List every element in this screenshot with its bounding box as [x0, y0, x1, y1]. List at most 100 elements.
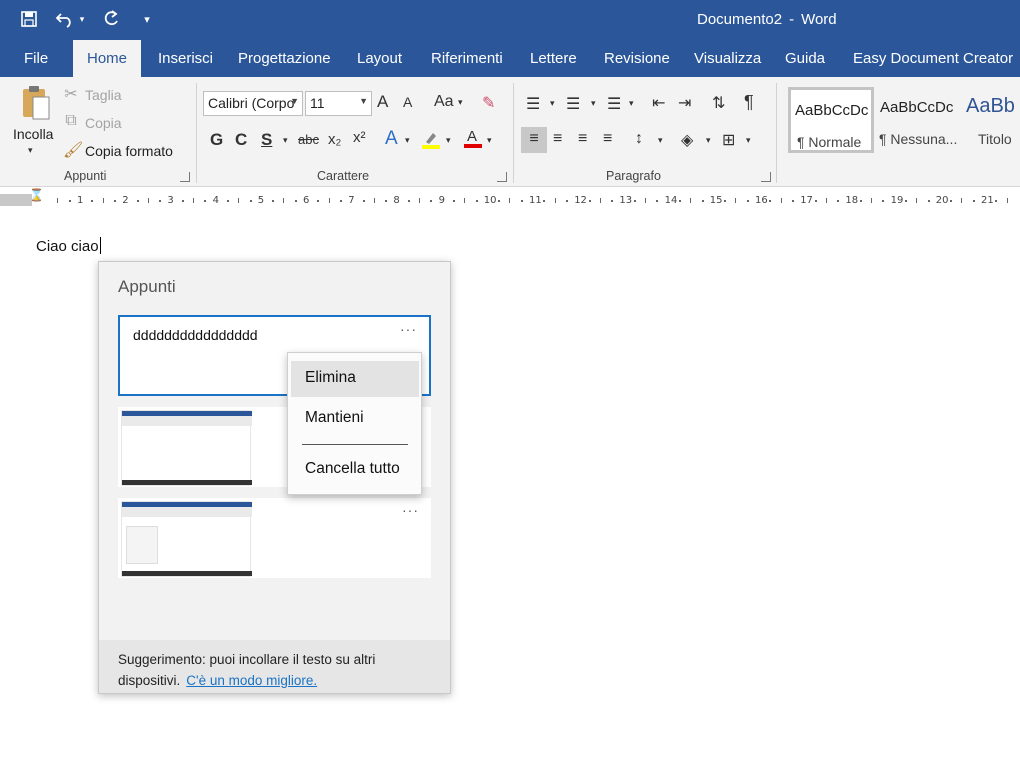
more-options-icon[interactable]: ···	[402, 502, 419, 518]
ruler-number: 21	[981, 195, 994, 206]
chevron-down-icon[interactable]: ▼	[290, 96, 299, 106]
group-divider	[513, 83, 514, 183]
tab-guida[interactable]: Guida	[785, 50, 825, 67]
tab-home[interactable]: Home	[73, 40, 142, 77]
font-color-icon[interactable]: A	[463, 127, 483, 154]
ruler-number: 17	[800, 195, 813, 206]
underline-dropdown-icon[interactable]: ▾	[283, 135, 288, 146]
save-icon[interactable]	[18, 8, 40, 30]
customize-icon[interactable]: ▾	[136, 8, 158, 30]
tab-visualizza[interactable]: Visualizza	[694, 50, 761, 67]
multilevel-list-icon[interactable]: ☰	[607, 94, 621, 114]
italic-icon[interactable]: C	[235, 130, 247, 150]
ruler-tick	[972, 200, 975, 202]
align-right-icon[interactable]: ≡	[578, 130, 587, 148]
footer-link[interactable]: C'è un modo migliore.	[186, 673, 317, 688]
multilevel-dropdown-icon[interactable]: ▾	[629, 98, 634, 109]
style-preview: AaBbCcDc	[880, 99, 954, 116]
chevron-down-icon[interactable]: ▼	[359, 96, 368, 106]
clipboard-group-label: Appunti	[64, 169, 107, 183]
text-effects-dropdown-icon[interactable]: ▾	[405, 135, 410, 146]
shading-icon[interactable]: ◈	[681, 130, 693, 150]
justify-icon[interactable]: ≡	[603, 130, 612, 148]
line-spacing-icon[interactable]: ↕	[635, 130, 643, 148]
decrease-indent-icon[interactable]: ⇤	[652, 93, 665, 113]
text-effects-icon[interactable]: A	[385, 128, 398, 150]
show-formatting-icon[interactable]: ¶	[744, 92, 754, 113]
change-case-icon[interactable]: Aa	[434, 93, 454, 111]
cut-label: Taglia	[85, 87, 122, 103]
paste-dropdown-icon[interactable]: ▾	[28, 145, 33, 156]
horizontal-ruler[interactable]: ⌛ 1 2 3 4 5 6 7 8 9 10 11 12 13 14 15 16 17 18 19 20 21	[0, 188, 1020, 212]
paragraph-launcher-icon[interactable]	[761, 172, 771, 182]
tab-revisione[interactable]: Revisione	[604, 50, 670, 67]
numbering-dropdown-icon[interactable]: ▾	[591, 98, 596, 109]
tab-progettazione[interactable]: Progettazione	[238, 50, 331, 67]
tab-riferimenti[interactable]: Riferimenti	[431, 50, 503, 67]
tab-easy-document-creator[interactable]: Easy Document Creator	[853, 50, 1013, 67]
align-left-icon[interactable]: ≡	[521, 127, 547, 153]
font-size-combo[interactable]: 11 ▼	[305, 91, 372, 116]
ruler-tick	[927, 200, 930, 202]
ruler-tick	[193, 198, 194, 203]
highlight-icon[interactable]	[421, 130, 441, 155]
indent-marker-icon[interactable]: ⌛	[29, 188, 44, 202]
ruler-tick	[57, 198, 59, 203]
clipboard-launcher-icon[interactable]	[180, 172, 190, 182]
paste-label[interactable]: Incolla	[13, 126, 53, 142]
undo-dropdown-icon[interactable]: ▾	[78, 8, 86, 30]
svg-text:A: A	[467, 128, 477, 145]
tab-file[interactable]: File	[24, 50, 48, 67]
bullets-icon[interactable]: ☰	[526, 94, 540, 114]
subscript-icon[interactable]: x₂	[328, 131, 341, 148]
change-case-dropdown-icon[interactable]: ▾	[458, 97, 463, 108]
shrink-font-icon[interactable]: A	[403, 94, 412, 110]
ruler-number: 11	[529, 195, 542, 206]
underline-icon[interactable]: S	[261, 130, 272, 150]
tab-inserisci[interactable]: Inserisci	[158, 50, 213, 67]
ruler-number: 20	[935, 195, 949, 206]
grow-font-icon[interactable]: A	[377, 92, 388, 112]
strikethrough-icon[interactable]: abc	[298, 132, 319, 147]
ruler-tick	[204, 200, 207, 202]
bold-icon[interactable]: G	[210, 130, 223, 150]
ruler-tick	[746, 200, 749, 202]
superscript-icon[interactable]: x²	[353, 129, 366, 146]
format-painter-label[interactable]: Copia formato	[85, 143, 173, 159]
shading-dropdown-icon[interactable]: ▾	[706, 135, 711, 146]
ruler-number: 1	[77, 195, 84, 206]
increase-indent-icon[interactable]: ⇥	[678, 93, 691, 113]
highlight-dropdown-icon[interactable]: ▾	[446, 135, 451, 146]
bullets-dropdown-icon[interactable]: ▾	[550, 98, 555, 109]
tab-layout[interactable]: Layout	[357, 50, 402, 67]
undo-icon[interactable]	[54, 8, 76, 30]
menu-item-cancella-tutto[interactable]: Cancella tutto	[291, 452, 419, 488]
redo-icon[interactable]	[100, 8, 122, 30]
align-center-icon[interactable]: ≡	[553, 130, 562, 148]
more-options-icon[interactable]: ···	[400, 321, 417, 337]
menu-item-elimina[interactable]: Elimina	[291, 361, 419, 397]
font-name-combo[interactable]: Calibri (Corpo ▼	[203, 91, 303, 116]
format-painter-icon[interactable]: 🖌	[63, 140, 83, 160]
borders-dropdown-icon[interactable]: ▾	[746, 135, 751, 146]
style-name: ¶ Nessuna...	[879, 131, 958, 147]
document-body[interactable]: Ciao ciao	[36, 237, 101, 255]
ruler-tick	[916, 198, 918, 203]
font-launcher-icon[interactable]	[497, 172, 507, 182]
line-spacing-dropdown-icon[interactable]: ▾	[658, 135, 663, 146]
ruler-tick	[181, 200, 184, 202]
borders-icon[interactable]: ⊞	[722, 130, 735, 150]
menu-item-mantieni[interactable]: Mantieni	[291, 401, 419, 437]
sort-icon[interactable]: ⇅	[712, 93, 725, 113]
ruler-number: 4	[212, 195, 219, 206]
style-normale[interactable]: AaBbCcDc ¶ Normale	[788, 87, 874, 153]
ruler-tick	[814, 200, 817, 202]
style-titolo[interactable]: AaBb Titolo	[962, 87, 1020, 153]
tab-lettere[interactable]: Lettere	[530, 50, 577, 67]
clear-formatting-icon[interactable]: ✎	[482, 93, 495, 113]
font-color-dropdown-icon[interactable]: ▾	[487, 135, 492, 146]
numbering-icon[interactable]: ☰	[566, 94, 580, 114]
paste-icon[interactable]	[20, 83, 52, 123]
clipboard-item-image[interactable]: ···	[118, 498, 431, 578]
style-nessuna[interactable]: AaBbCcDc ¶ Nessuna...	[876, 87, 962, 153]
